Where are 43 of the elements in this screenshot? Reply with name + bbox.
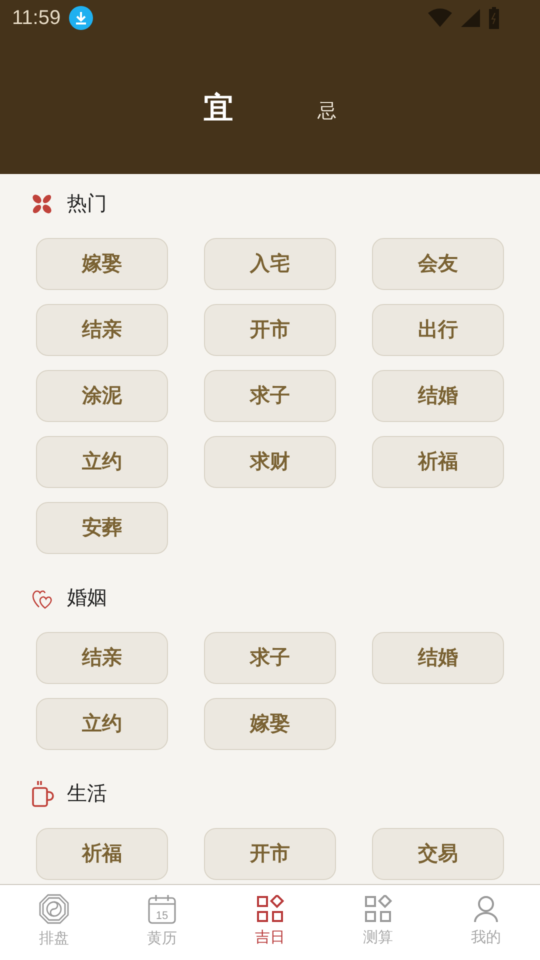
section-title: 热门 [67, 192, 107, 217]
section-title: 生活 [67, 782, 107, 807]
tab[interactable]: 宜 [200, 86, 238, 130]
flower-icon [31, 193, 53, 215]
activity-chip[interactable]: 结婚 [372, 370, 504, 422]
activity-chip[interactable]: 求子 [204, 370, 336, 422]
tab[interactable]: 忌 [314, 90, 340, 126]
activity-chip[interactable]: 立约 [36, 698, 168, 750]
activity-chip[interactable]: 交易 [372, 828, 504, 880]
nav-tab[interactable]: 我的 [432, 885, 540, 960]
status-time: 11:59 [12, 6, 61, 31]
download-icon [68, 6, 93, 30]
wifi-icon [428, 8, 452, 28]
activity-chip[interactable]: 结亲 [36, 632, 168, 684]
activity-chip[interactable]: 会友 [372, 238, 504, 290]
activity-chip[interactable]: 安葬 [36, 502, 168, 554]
activity-chip[interactable]: 结亲 [36, 304, 168, 356]
signal-icon [460, 8, 480, 28]
nav-tab[interactable]: 排盘 [0, 885, 108, 960]
activity-chip[interactable]: 嫁娶 [36, 238, 168, 290]
nav-tab[interactable]: 测算 [324, 885, 432, 960]
nav-tab[interactable]: 吉日 [216, 885, 324, 960]
activity-chip[interactable]: 入宅 [204, 238, 336, 290]
activity-chip[interactable]: 开市 [204, 304, 336, 356]
section-title: 婚姻 [67, 586, 107, 611]
activity-chip[interactable]: 结婚 [372, 632, 504, 684]
apps-icon [364, 895, 392, 924]
mug-icon [30, 780, 54, 808]
activity-chip[interactable]: 求财 [204, 436, 336, 488]
nav-tab[interactable]: 15 黄历 [108, 885, 216, 960]
activity-chip[interactable]: 出行 [372, 304, 504, 356]
battery-icon [488, 7, 500, 29]
bagua-icon [39, 894, 69, 924]
activity-chip[interactable]: 祈福 [36, 828, 168, 880]
activity-chip[interactable]: 祈福 [372, 436, 504, 488]
activity-chip[interactable]: 开市 [204, 828, 336, 880]
activity-chip[interactable]: 立约 [36, 436, 168, 488]
activity-chip[interactable]: 求子 [204, 632, 336, 684]
activity-chip[interactable]: 嫁娶 [204, 698, 336, 750]
apps-icon [256, 895, 284, 924]
person-icon [472, 895, 500, 924]
calendar-icon: 15 [148, 894, 176, 924]
activity-chip[interactable]: 涂泥 [36, 370, 168, 422]
